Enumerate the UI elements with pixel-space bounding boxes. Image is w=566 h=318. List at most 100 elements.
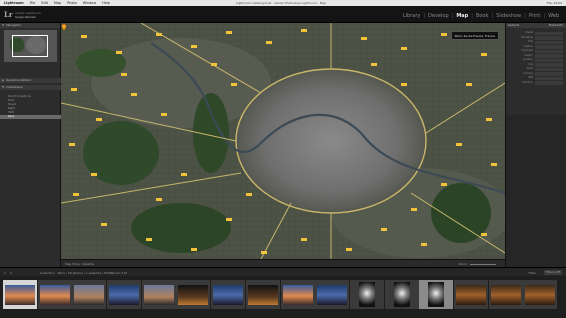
filter-select[interactable]: Filters Off — [543, 269, 562, 275]
filmstrip — [0, 276, 566, 318]
thumbnail-image — [317, 284, 348, 305]
filmstrip-thumbnail[interactable] — [315, 280, 350, 309]
identity-text: Adobe Lightroom Serge Ramelli — [15, 11, 41, 19]
metadata-row: Direction — [506, 81, 566, 86]
collection-label: Street — [8, 103, 16, 106]
clock: Thu 14:02 — [546, 0, 562, 5]
collection-label: Night — [8, 107, 15, 110]
saved-locations-header[interactable]: ▶ Saved Locations — [0, 78, 61, 83]
filmstrip-thumbnail[interactable] — [349, 280, 384, 309]
expand-triangle-icon[interactable]: ▶ — [2, 78, 4, 83]
module-print[interactable]: Print — [526, 13, 544, 19]
filmstrip-thumbnail[interactable] — [488, 280, 523, 309]
metadata-value[interactable] — [535, 31, 563, 35]
metadata-value[interactable] — [535, 76, 563, 80]
module-book[interactable]: Book — [473, 13, 491, 19]
filmstrip-thumbnail[interactable] — [523, 280, 558, 309]
collection-label: Paris — [8, 115, 15, 118]
thumbnail-image — [5, 284, 35, 305]
metadata-value[interactable] — [535, 63, 563, 67]
user-name[interactable]: Serge Ramelli — [15, 15, 41, 19]
right-panel: Default Metadata Preset File Name Title … — [505, 23, 566, 275]
menu-help[interactable]: Help — [102, 1, 110, 5]
metadata-value[interactable] — [535, 81, 563, 85]
filmstrip-thumbnail[interactable] — [453, 280, 488, 309]
module-map[interactable]: Map — [453, 13, 471, 19]
lightroom-window: Lightroom File Edit Map Photo Window Hel… — [0, 0, 566, 318]
identity-plate: Lr Adobe Lightroom Serge Ramelli Library… — [0, 6, 566, 23]
left-panel: ▼ Navigator ▶ Saved Locations ▼ Collecti… — [0, 23, 61, 267]
thumbnail-image — [247, 284, 278, 305]
metadata-value[interactable] — [535, 40, 563, 44]
collections-list: Smart Collections Paris Street Night HDR… — [0, 95, 61, 119]
map-view[interactable]: Paris, Ile-de-France, France — [61, 23, 505, 259]
filter-label: Filter : — [528, 270, 538, 275]
collection-item-selected[interactable]: Paris — [0, 115, 61, 119]
zoom-control[interactable]: Zoom — [458, 262, 499, 266]
filmstrip-thumbnail[interactable] — [176, 280, 211, 309]
module-develop[interactable]: Develop — [425, 13, 452, 19]
filmstrip-thumbnail[interactable] — [107, 280, 142, 309]
menu-photo[interactable]: Photo — [67, 1, 77, 5]
metadata-value[interactable] — [535, 49, 563, 53]
menu-app[interactable]: Lightroom — [4, 1, 24, 5]
module-web[interactable]: Web — [545, 13, 562, 19]
module-library[interactable]: Library — [400, 13, 423, 19]
saved-locations-title: Saved Locations — [6, 78, 31, 82]
navigator-preview[interactable] — [4, 30, 57, 62]
thumbnail-image — [39, 284, 70, 305]
metadata-value[interactable] — [535, 36, 563, 40]
window-1-button[interactable]: 1 — [4, 271, 6, 275]
navigator-viewport-box[interactable] — [12, 35, 48, 57]
menu-map[interactable]: Map — [54, 1, 61, 5]
thumbnail-image — [490, 284, 521, 305]
thumbnail-image — [109, 284, 140, 305]
filmstrip-thumbnail-selected[interactable] — [3, 280, 37, 309]
filmstrip-thumbnail[interactable] — [419, 280, 454, 309]
thumbnail-image — [428, 282, 445, 307]
filmstrip-thumbnail[interactable] — [280, 280, 315, 309]
right-panel-empty — [506, 115, 566, 275]
collapse-triangle-icon[interactable]: ▼ — [2, 23, 4, 28]
filmstrip-thumbnail[interactable] — [211, 280, 246, 309]
secondary-window-buttons: 1 2 — [4, 271, 16, 275]
metadata-preset[interactable]: Default — [508, 23, 519, 28]
zoom-slider[interactable] — [470, 263, 496, 265]
thumbnail-image — [74, 284, 105, 305]
menu-window[interactable]: Window — [83, 1, 96, 5]
thumbnail-image — [393, 282, 410, 307]
park-southwest — [131, 203, 231, 253]
metadata-value[interactable] — [535, 58, 563, 62]
filmstrip-thumbnail[interactable] — [37, 280, 72, 309]
metadata-value[interactable] — [535, 45, 563, 49]
menu-edit[interactable]: Edit — [41, 1, 48, 5]
location-tooltip: Paris, Ile-de-France, France — [450, 31, 499, 40]
metadata-value[interactable] — [535, 54, 563, 58]
collections-title: Collections — [6, 85, 23, 89]
window-title: Lightroom Catalog.lrcat - Adobe Photosho… — [236, 0, 327, 5]
thumbnail-row — [3, 280, 558, 309]
thumbnail-image — [525, 284, 556, 305]
map-pin-icon[interactable] — [61, 23, 67, 31]
module-slideshow[interactable]: Slideshow — [493, 13, 524, 19]
map-style-select[interactable]: Map Style: Satellite — [65, 262, 94, 266]
thumbnail-image — [282, 284, 313, 305]
menu-file[interactable]: File — [30, 1, 36, 5]
filmstrip-thumbnail[interactable] — [245, 280, 280, 309]
satellite-map — [61, 23, 505, 259]
collapse-triangle-icon[interactable]: ▼ — [2, 85, 4, 90]
filmstrip-breadcrumb[interactable]: Collection : Paris / 29 photos / 1 selec… — [40, 271, 127, 275]
filmstrip-thumbnail[interactable] — [72, 280, 107, 309]
metadata-value[interactable] — [535, 67, 563, 71]
thumbnail-image — [178, 284, 209, 305]
collection-label: Smart Collections — [8, 95, 31, 98]
navigator-header[interactable]: ▼ Navigator — [0, 23, 60, 28]
metadata-fields: Preset File Name Title Caption Copyright… — [506, 28, 566, 85]
window-2-button[interactable]: 2 — [10, 271, 12, 275]
zoom-label: Zoom — [458, 262, 467, 266]
filmstrip-thumbnail[interactable] — [384, 280, 419, 309]
collections-header[interactable]: ▼ Collections — [0, 85, 61, 90]
filmstrip-thumbnail[interactable] — [141, 280, 176, 309]
metadata-value[interactable] — [535, 72, 563, 76]
metadata-key: Direction — [522, 80, 533, 84]
